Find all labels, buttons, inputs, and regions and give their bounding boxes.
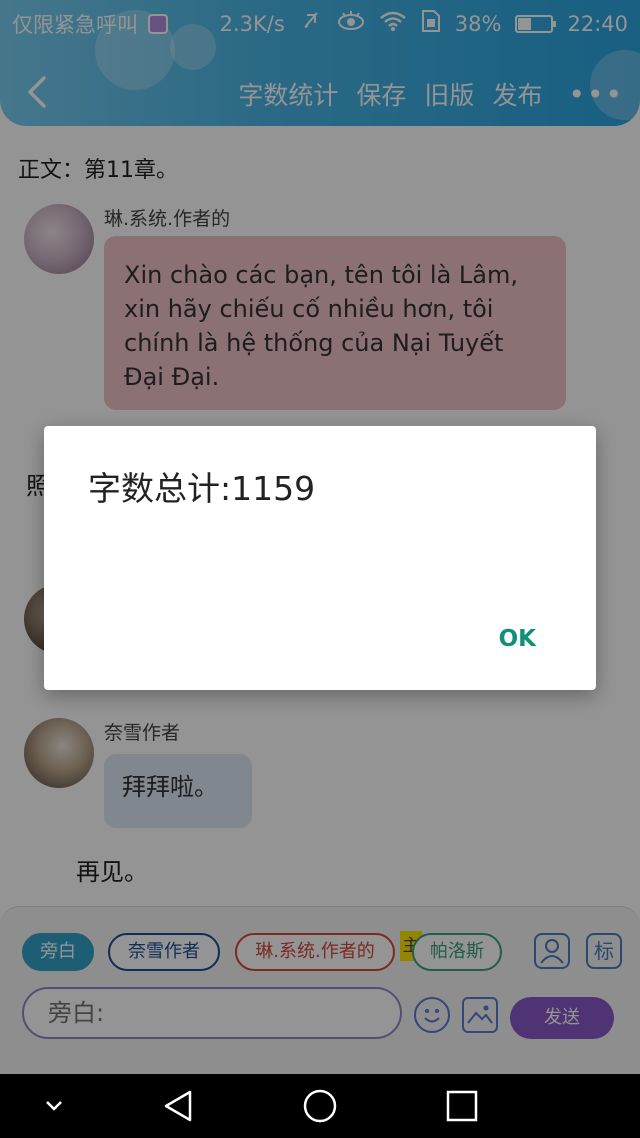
back-nav-icon[interactable] xyxy=(160,1088,196,1128)
word-count-dialog: 字数总计:1159 OK xyxy=(44,426,596,690)
chevron-down-icon[interactable] xyxy=(42,1088,66,1128)
system-navigation-bar xyxy=(0,1074,640,1138)
dialog-message: 字数总计:1159 xyxy=(88,469,316,508)
home-nav-icon[interactable] xyxy=(302,1088,338,1128)
recents-nav-icon[interactable] xyxy=(444,1088,480,1128)
ok-button[interactable]: OK xyxy=(499,626,536,652)
